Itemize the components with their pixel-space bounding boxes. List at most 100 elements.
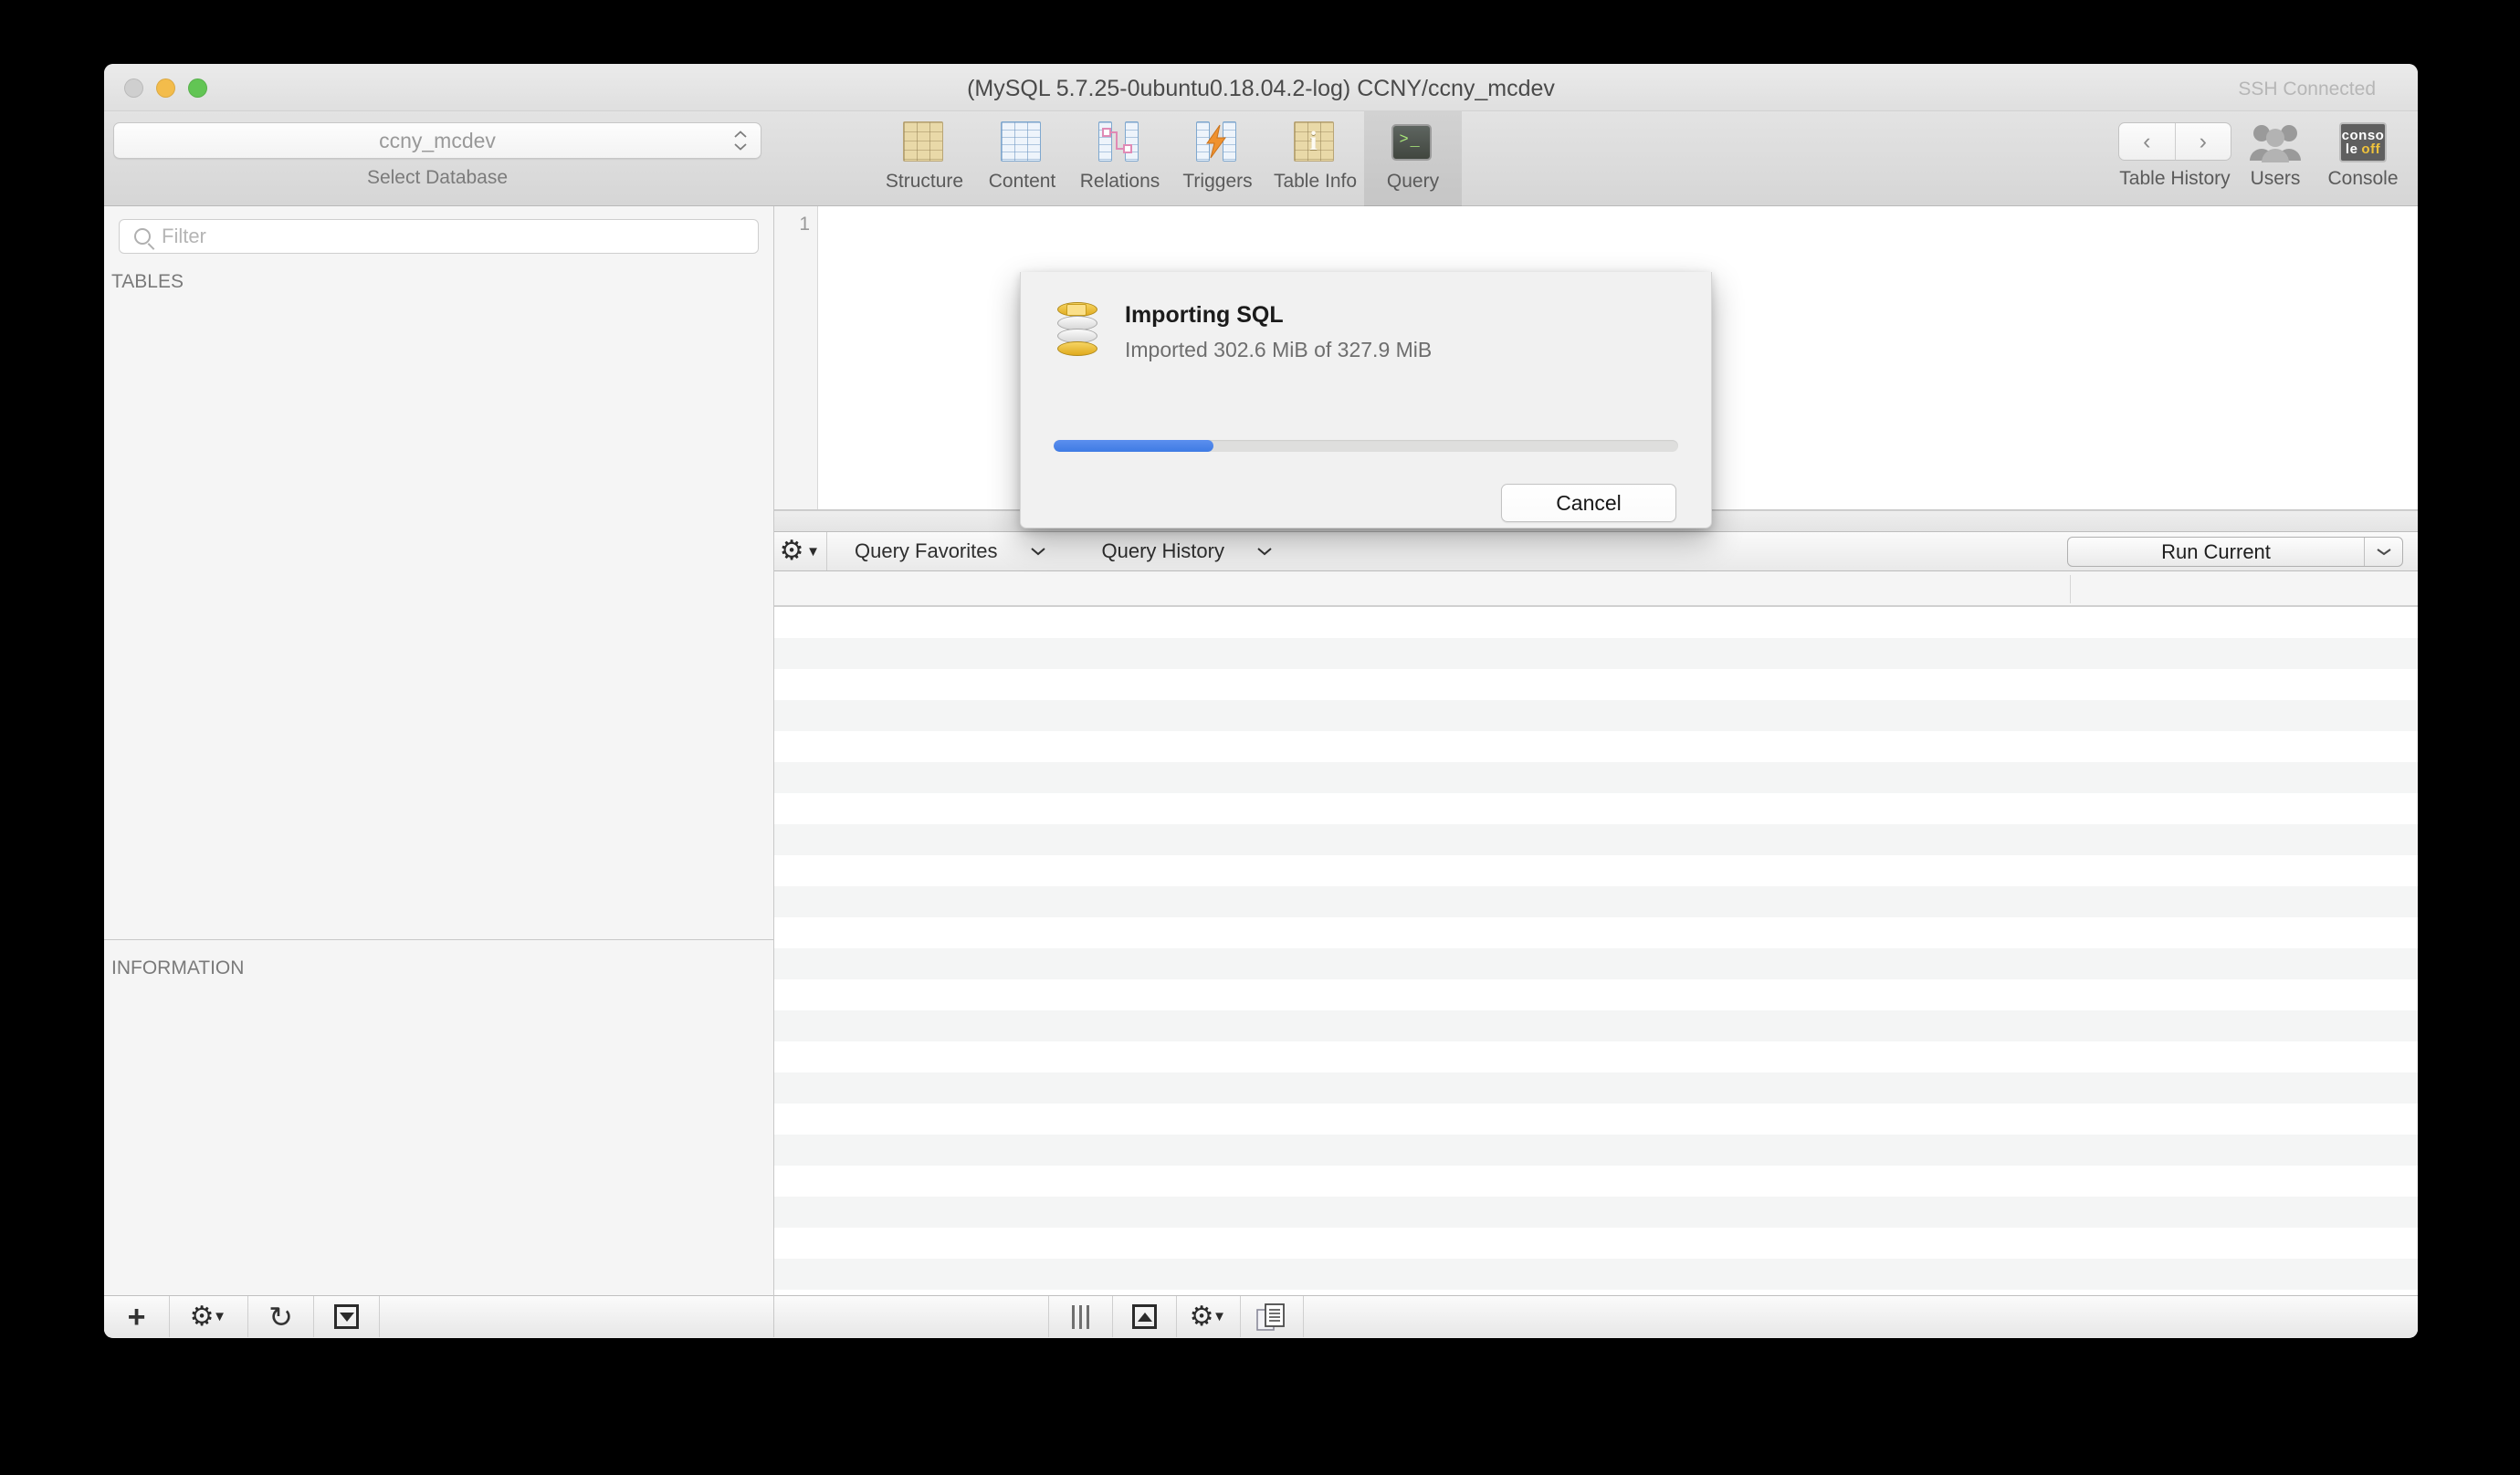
window-title: (MySQL 5.7.25-0ubuntu0.18.04.2-log) CCNY…	[967, 76, 1555, 101]
toggle-columns-button[interactable]	[1048, 1296, 1112, 1337]
tab-triggers[interactable]: Triggers	[1169, 111, 1266, 206]
content-icon	[1000, 121, 1045, 165]
add-table-button[interactable]: +	[104, 1296, 170, 1337]
information-section-header: INFORMATION	[111, 957, 245, 978]
table-row[interactable]	[774, 979, 2418, 1010]
documents-button[interactable]	[1240, 1296, 1304, 1337]
column-divider[interactable]	[2070, 575, 2071, 603]
query-history-label: Query History	[1101, 539, 1224, 562]
tab-content[interactable]: Content	[973, 111, 1071, 206]
chevron-down-icon	[1257, 548, 1272, 556]
tab-structure[interactable]: Structure	[876, 111, 973, 206]
relations-icon	[1097, 121, 1142, 165]
tab-triggers-label: Triggers	[1182, 171, 1253, 192]
query-icon	[1391, 121, 1435, 165]
table-row[interactable]	[774, 700, 2418, 731]
boxed-triangle-up-icon	[1132, 1304, 1157, 1329]
sheet-subtitle: Imported 302.6 MiB of 327.9 MiB	[1125, 338, 1433, 361]
chevron-up-down-icon	[733, 131, 748, 151]
chevron-down-icon: ▼	[213, 1309, 226, 1324]
show-pane-button[interactable]	[1112, 1296, 1176, 1337]
table-row[interactable]	[774, 793, 2418, 824]
search-icon	[134, 228, 151, 245]
table-row[interactable]	[774, 948, 2418, 979]
table-row[interactable]	[774, 886, 2418, 917]
table-row[interactable]	[774, 1072, 2418, 1104]
back-button[interactable]: ‹	[2119, 123, 2175, 160]
table-history-control[interactable]: ‹ › Table History	[2118, 111, 2231, 206]
status-bar-spacer	[774, 1296, 1048, 1337]
tab-table-info[interactable]: i Table Info	[1266, 111, 1364, 206]
refresh-button[interactable]: ↻	[248, 1296, 314, 1337]
sidebar-bottom-toolbar: + ▼ ↻	[104, 1295, 773, 1337]
run-current-dropdown[interactable]	[2364, 538, 2402, 566]
structure-icon	[902, 121, 947, 165]
users-label: Users	[2250, 168, 2301, 189]
triggers-icon	[1195, 121, 1240, 165]
filter-field[interactable]	[119, 219, 759, 254]
table-row[interactable]	[774, 669, 2418, 700]
users-button[interactable]: Users	[2231, 111, 2319, 206]
status-bar: ▼	[774, 1295, 2418, 1337]
editor-gutter: 1	[774, 206, 818, 509]
users-icon	[2247, 122, 2304, 162]
information-section: INFORMATION	[104, 939, 773, 1295]
table-actions-button[interactable]: ▼	[170, 1296, 248, 1337]
cancel-button[interactable]: Cancel	[1501, 484, 1676, 522]
back-forward-icon[interactable]: ‹ ›	[2118, 122, 2231, 161]
table-row[interactable]	[774, 1166, 2418, 1197]
console-icon-line2a: le	[2345, 141, 2358, 157]
tab-content-label: Content	[988, 171, 1056, 192]
result-actions-button[interactable]: ▼	[1176, 1296, 1240, 1337]
table-info-icon: i	[1293, 121, 1338, 165]
table-row[interactable]	[774, 1228, 2418, 1259]
three-bars-icon	[1072, 1304, 1089, 1329]
gear-icon	[191, 1306, 213, 1328]
table-row[interactable]	[774, 731, 2418, 762]
tables-section-header: TABLES	[111, 271, 184, 292]
table-row[interactable]	[774, 607, 2418, 638]
tab-structure-label: Structure	[885, 171, 964, 192]
table-row[interactable]	[774, 1041, 2418, 1072]
query-favorites-popup[interactable]: Query Favorites	[827, 532, 1075, 570]
toolbar-tabs: Structure Content Relations Triggers i T…	[876, 111, 1462, 206]
documents-icon	[1256, 1302, 1285, 1331]
application-window: (MySQL 5.7.25-0ubuntu0.18.04.2-log) CCNY…	[104, 64, 2418, 1338]
run-current-label: Run Current	[2161, 539, 2271, 563]
sheet-text: Importing SQL Imported 302.6 MiB of 327.…	[1125, 302, 1432, 362]
database-import-icon	[1052, 302, 1103, 359]
table-row[interactable]	[774, 1259, 2418, 1290]
toolbar-right-items: ‹ › Table History Users conso le off Con…	[2118, 111, 2407, 206]
forward-button[interactable]: ›	[2174, 123, 2231, 160]
table-row[interactable]	[774, 638, 2418, 669]
table-row[interactable]	[774, 917, 2418, 948]
plus-icon: +	[127, 1299, 146, 1334]
console-icon-line2b: off	[2361, 141, 2381, 157]
console-label: Console	[2327, 168, 2399, 189]
console-button[interactable]: conso le off Console	[2319, 111, 2407, 206]
database-popup-value: ccny_mcdev	[379, 128, 496, 152]
table-row[interactable]	[774, 855, 2418, 886]
table-row[interactable]	[774, 762, 2418, 793]
filter-toggle-button[interactable]	[314, 1296, 380, 1337]
run-current-button[interactable]: Run Current	[2067, 537, 2403, 567]
query-history-popup[interactable]: Query History	[1075, 532, 1301, 570]
table-row[interactable]	[774, 824, 2418, 855]
tab-query[interactable]: Query	[1364, 111, 1462, 206]
title-bar: (MySQL 5.7.25-0ubuntu0.18.04.2-log) CCNY…	[104, 64, 2418, 111]
result-table-rows[interactable]	[774, 607, 2418, 1295]
table-row[interactable]	[774, 1197, 2418, 1228]
table-row[interactable]	[774, 1135, 2418, 1166]
result-table-header	[774, 571, 2418, 607]
search-input[interactable]	[162, 225, 758, 248]
query-favorites-label: Query Favorites	[855, 539, 998, 562]
database-popup-button[interactable]: ccny_mcdev	[113, 122, 761, 159]
chevron-down-icon: ▼	[1213, 1309, 1226, 1324]
tab-relations[interactable]: Relations	[1071, 111, 1169, 206]
sheet-title: Importing SQL	[1125, 302, 1284, 328]
table-row[interactable]	[774, 1104, 2418, 1135]
table-row[interactable]	[774, 1010, 2418, 1041]
importing-sql-sheet: Importing SQL Imported 302.6 MiB of 327.…	[1020, 272, 1712, 528]
query-actions-button[interactable]: ▼	[774, 532, 827, 570]
status-bar-fill	[1304, 1296, 2418, 1337]
